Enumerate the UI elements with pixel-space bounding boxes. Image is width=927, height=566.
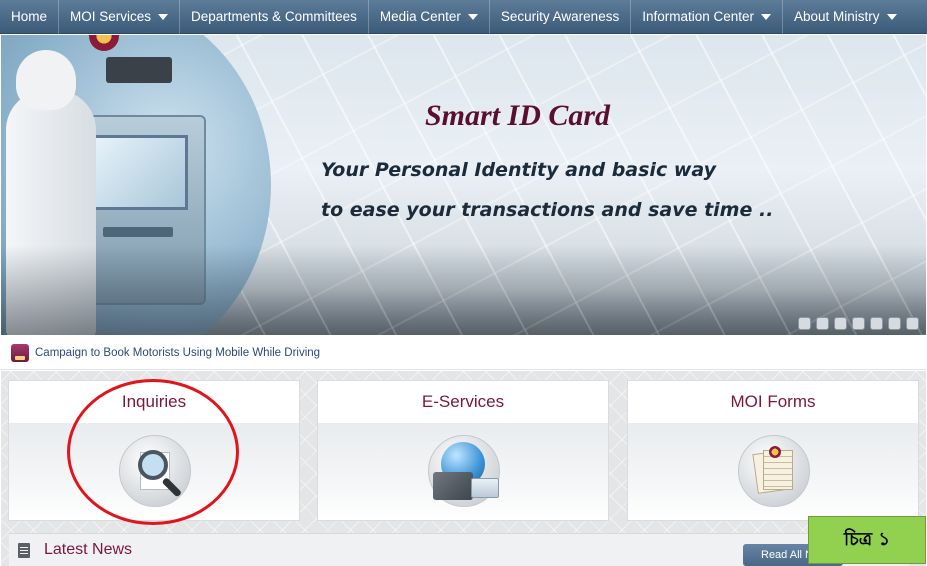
campaign-icon xyxy=(11,343,29,362)
nav-security-awareness-label: Security Awareness xyxy=(500,9,620,24)
figure-label: চিত্র ১ xyxy=(808,516,926,564)
hero-tagline-2: to ease your transactions and save time … xyxy=(321,199,774,221)
nav-media-center[interactable]: Media Center xyxy=(369,0,490,34)
tile-e-services[interactable]: E-Services xyxy=(317,380,609,521)
latest-news-bar: Latest News Read All N xyxy=(9,533,909,566)
tile-e-services-body xyxy=(318,423,608,520)
nav-departments-committees[interactable]: Departments & Committees xyxy=(180,0,369,34)
document-icon xyxy=(18,542,30,558)
tile-e-services-label: E-Services xyxy=(318,381,608,423)
slider-dot-6[interactable] xyxy=(888,317,901,330)
latest-news-title: Latest News xyxy=(44,541,133,558)
hero-banner: Smart ID Card Your Personal Identity and… xyxy=(1,35,926,335)
tile-moi-forms-body xyxy=(628,423,918,520)
ministry-logo-icon xyxy=(89,35,119,51)
forms-icon xyxy=(738,435,810,507)
nav-home[interactable]: Home xyxy=(0,0,60,34)
news-ticker: Campaign to Book Motorists Using Mobile … xyxy=(1,336,926,370)
magnifier-document-icon xyxy=(119,435,191,507)
card-reader-illustration xyxy=(106,57,172,83)
nav-about-ministry-label: About Ministry xyxy=(794,9,880,24)
nav-moi-services[interactable]: MOI Services xyxy=(59,0,181,34)
slider-pagination xyxy=(798,317,919,330)
tile-inquiries[interactable]: Inquiries xyxy=(8,380,300,521)
seal-icon xyxy=(769,446,781,458)
kiosk-slot xyxy=(103,227,173,237)
nav-media-center-label: Media Center xyxy=(379,9,461,24)
globe-card-icon xyxy=(428,435,500,507)
slider-dot-7[interactable] xyxy=(906,317,919,330)
nav-departments-label: Departments & Committees xyxy=(191,9,357,24)
ticker-link[interactable]: Campaign to Book Motorists Using Mobile … xyxy=(35,347,320,359)
chevron-down-icon xyxy=(761,13,772,20)
card-shape xyxy=(433,472,473,500)
nav-home-label: Home xyxy=(11,9,48,24)
chevron-down-icon xyxy=(886,13,897,20)
chevron-down-icon xyxy=(158,13,169,20)
nav-security-awareness[interactable]: Security Awareness xyxy=(490,0,632,34)
slider-dot-5[interactable] xyxy=(870,317,883,330)
person-head-illustration xyxy=(16,50,76,110)
slider-dot-1[interactable] xyxy=(798,317,811,330)
slider-dot-4[interactable] xyxy=(852,317,865,330)
id-card-shape xyxy=(471,478,499,498)
nav-about-ministry[interactable]: About Ministry xyxy=(783,0,908,34)
slider-dot-2[interactable] xyxy=(816,317,829,330)
hero-shade xyxy=(1,245,926,335)
kiosk-screen xyxy=(93,135,188,210)
tile-moi-forms[interactable]: MOI Forms xyxy=(627,380,919,521)
main-navigation: Home MOI Services Departments & Committe… xyxy=(0,0,927,34)
nav-moi-services-label: MOI Services xyxy=(70,9,152,24)
magnifier-lens xyxy=(138,450,168,480)
tile-inquiries-label: Inquiries xyxy=(9,381,299,423)
hero-title: Smart ID Card xyxy=(425,99,611,132)
nav-information-center[interactable]: Information Center xyxy=(631,0,784,34)
tile-inquiries-body xyxy=(9,423,299,520)
nav-information-center-label: Information Center xyxy=(642,9,755,24)
hero-tagline-1: Your Personal Identity and basic way xyxy=(321,159,717,181)
tile-moi-forms-label: MOI Forms xyxy=(628,381,918,423)
chevron-down-icon xyxy=(467,13,478,20)
slider-dot-3[interactable] xyxy=(834,317,847,330)
